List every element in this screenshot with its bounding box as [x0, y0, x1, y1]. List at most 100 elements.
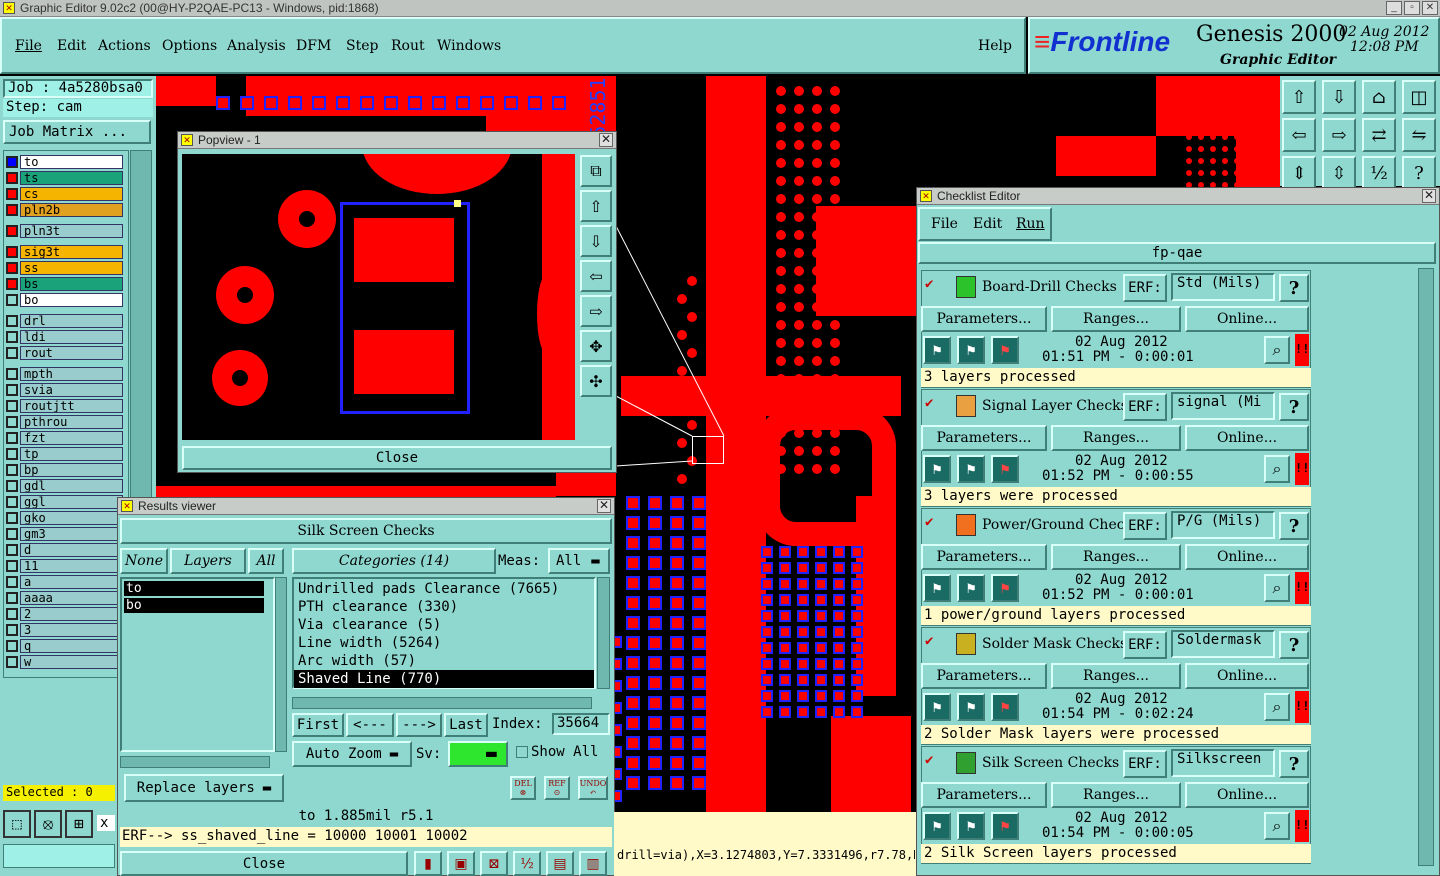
popview-title-bar[interactable]: ✕ Popview - 1 ✕ [178, 132, 616, 149]
parameters-button[interactable]: Parameters... [921, 663, 1047, 689]
layer-row-1[interactable]: ts [6, 171, 123, 185]
menu-step[interactable]: Step [346, 38, 378, 54]
run-icon[interactable]: ⚑ [923, 812, 951, 840]
pan-down-icon[interactable]: ⇩ [1322, 80, 1356, 114]
layer-checkbox[interactable] [6, 172, 18, 184]
half-icon[interactable]: ½ [513, 851, 541, 876]
menu-actions[interactable]: Actions [98, 38, 151, 54]
check-enabled-icon[interactable]: ✔ [925, 514, 933, 530]
popview-left-icon[interactable]: ⇦ [580, 260, 612, 292]
layer-checkbox[interactable] [6, 262, 18, 274]
ranges-button[interactable]: Ranges... [1051, 663, 1181, 689]
help-icon[interactable]: ? [1279, 393, 1309, 421]
checklist-menu-run[interactable]: Run [1016, 216, 1045, 232]
layer-row-27[interactable]: 2 [6, 607, 123, 621]
results-title-bar[interactable]: ✕ Results viewer ✕ [118, 498, 614, 515]
layer-row-2[interactable]: cs [6, 187, 123, 201]
layer-checkbox[interactable] [6, 480, 18, 492]
layer-list-hscroll[interactable] [120, 756, 270, 768]
job-matrix-button[interactable]: Job Matrix ... [3, 120, 151, 144]
layer-row-6[interactable]: ss [6, 261, 123, 275]
maximize-button[interactable]: ▫ [1404, 1, 1420, 15]
checklist-scrollbar[interactable] [1418, 268, 1434, 866]
layer-checkbox[interactable] [6, 225, 18, 237]
next-button[interactable]: ---> [396, 713, 442, 737]
check-enabled-icon[interactable]: ✔ [925, 752, 933, 768]
undo-button[interactable]: UNDO ↶ [578, 776, 608, 800]
report-icon[interactable]: ▤ [546, 851, 574, 876]
popview-down-icon[interactable]: ⇩ [580, 225, 612, 257]
stop-icon[interactable]: ⚑ [991, 574, 1019, 602]
popview-up-icon[interactable]: ⇧ [580, 190, 612, 222]
categories-button[interactable]: Categories (14) [292, 548, 496, 574]
pan-left-icon[interactable]: ⇦ [1282, 118, 1316, 152]
window-icon[interactable]: ◫ [1402, 80, 1436, 114]
menu-file[interactable]: File [15, 38, 42, 54]
meas-select[interactable]: All ▬ [548, 548, 610, 574]
layer-checkbox[interactable] [6, 294, 18, 306]
select-icon[interactable]: ▣ [447, 851, 475, 876]
erf-value[interactable]: Soldermask [1171, 630, 1275, 658]
zoom-vertical-icon[interactable]: ⇕ [1282, 156, 1316, 190]
zoom-icon[interactable]: ⌕ [1264, 812, 1290, 840]
layer-row-19[interactable]: gdl [6, 479, 123, 493]
zoom-icon[interactable]: ⌕ [1264, 336, 1290, 364]
layer-checkbox[interactable] [6, 576, 18, 588]
command-input[interactable] [3, 844, 115, 868]
layers-all-button[interactable]: All [248, 548, 284, 574]
run-step-icon[interactable]: ⚑ [957, 336, 985, 364]
check-enabled-icon[interactable]: ✔ [925, 633, 933, 649]
checklist-menu-edit[interactable]: Edit [973, 216, 1002, 232]
layer-checkbox[interactable] [6, 315, 18, 327]
pointer-tool-icon[interactable]: ⬚ [3, 810, 31, 838]
layer-row-11[interactable]: rout [6, 346, 123, 360]
layer-checkbox[interactable] [6, 560, 18, 572]
menu-edit[interactable]: Edit [57, 38, 86, 54]
highlight-icon[interactable]: ▮ [414, 851, 442, 876]
popview-close-icon[interactable]: ✕ [599, 133, 613, 147]
layer-checkbox[interactable] [6, 156, 18, 168]
run-step-icon[interactable]: ⚑ [957, 812, 985, 840]
category-item[interactable]: Line width (5264) [294, 634, 594, 652]
layer-row-15[interactable]: pthrou [6, 415, 123, 429]
popview-right-icon[interactable]: ⇨ [580, 295, 612, 327]
layer-row-22[interactable]: gm3 [6, 527, 123, 541]
layer-checkbox[interactable] [6, 496, 18, 508]
online-button[interactable]: Online... [1185, 425, 1309, 451]
layer-checkbox[interactable] [6, 528, 18, 540]
menu-analysis[interactable]: Analysis [227, 38, 286, 54]
layer-checkbox[interactable] [6, 278, 18, 290]
layer-checkbox[interactable] [6, 368, 18, 380]
layer-checkbox[interactable] [6, 246, 18, 258]
category-item-selected[interactable]: Shaved Line (770) [294, 670, 594, 688]
window-title-bar[interactable]: ✕ Graphic Editor 9.02c2 (00@HY-P2QAE-PC1… [0, 0, 1440, 17]
layer-checkbox[interactable] [6, 448, 18, 460]
ranges-button[interactable]: Ranges... [1051, 425, 1181, 451]
home-icon[interactable]: ⌂ [1362, 80, 1396, 114]
results-close-icon[interactable]: ✕ [597, 499, 611, 513]
grid-tool-icon[interactable]: ⊞ [65, 810, 93, 838]
stop-icon[interactable]: ⚑ [991, 455, 1019, 483]
alert-icon[interactable]: !! [1295, 810, 1309, 842]
check-enabled-icon[interactable]: ✔ [925, 395, 933, 411]
layer-row-24[interactable]: 11 [6, 559, 123, 573]
mirror-icon[interactable]: ⇋ [1402, 118, 1436, 152]
help-icon[interactable]: ? [1279, 274, 1309, 302]
layer-row-4[interactable]: pln3t [6, 224, 123, 238]
online-button[interactable]: Online... [1185, 782, 1309, 808]
layer-checkbox[interactable] [6, 204, 18, 216]
online-button[interactable]: Online... [1185, 544, 1309, 570]
popview-center-icon[interactable]: ✣ [580, 365, 612, 397]
layer-checkbox[interactable] [6, 592, 18, 604]
popview-fit-icon[interactable]: ✥ [580, 330, 612, 362]
fit-icon[interactable]: ⇳ [1322, 156, 1356, 190]
del-button[interactable]: DEL ⊗ [510, 776, 536, 800]
popview-canvas[interactable] [182, 154, 575, 440]
category-item[interactable]: Arc width (57) [294, 652, 594, 670]
layer-checkbox[interactable] [6, 464, 18, 476]
zoom-icon[interactable]: ⌕ [1264, 455, 1290, 483]
layer-row-10[interactable]: ldi [6, 330, 123, 344]
result-layer-to[interactable]: to [124, 581, 264, 596]
menu-rout[interactable]: Rout [391, 38, 425, 54]
parameters-button[interactable]: Parameters... [921, 425, 1047, 451]
